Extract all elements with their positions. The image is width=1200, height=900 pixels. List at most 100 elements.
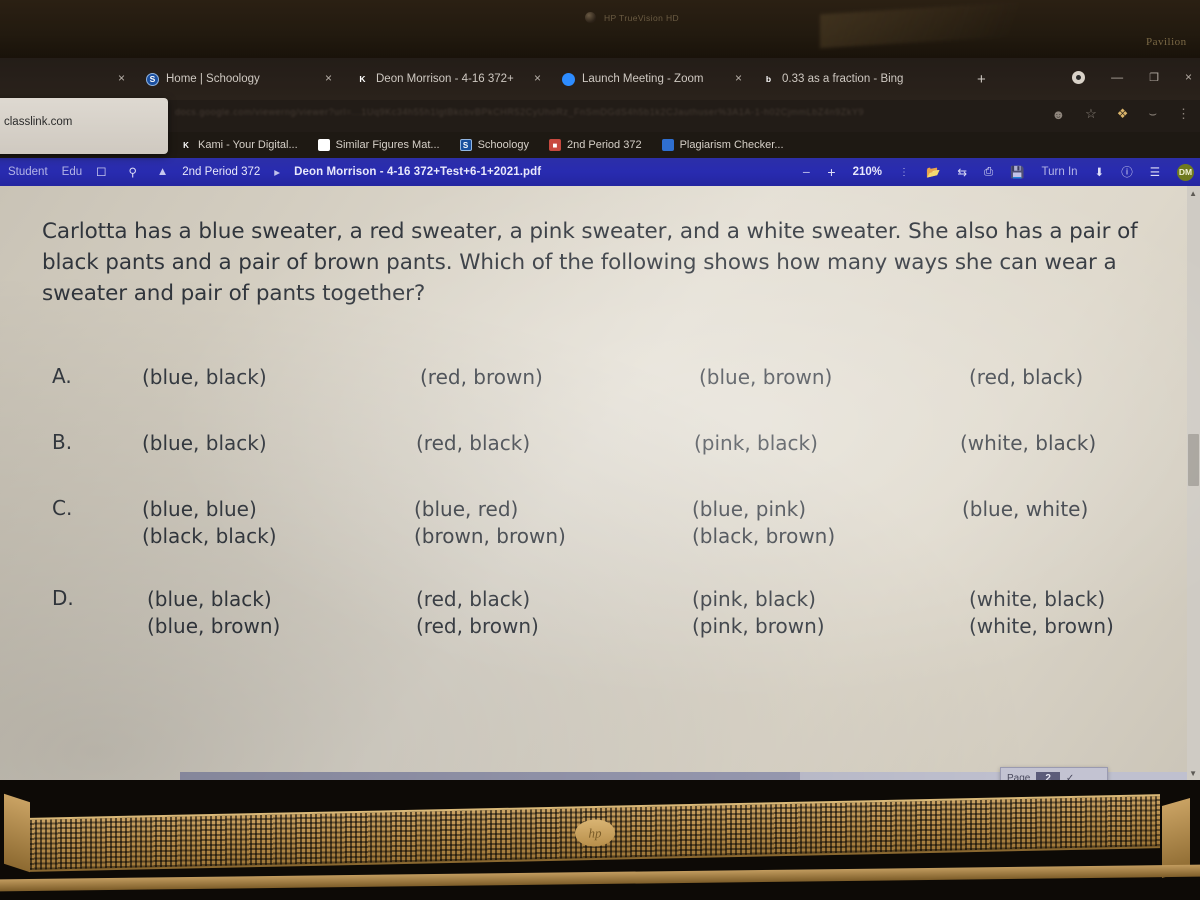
choice-line: (white, black)	[969, 587, 1106, 611]
choice-cell: (blue, black)	[142, 431, 267, 455]
choice-cell: (white, black)	[960, 431, 1097, 455]
address-bar-url[interactable]: docs.google.com/viewerng/viewer?url=...1…	[175, 107, 875, 121]
bookmark-label: Schoology	[477, 139, 529, 151]
maximize-button[interactable]: ❐	[1149, 71, 1159, 84]
choice-line: (red, black)	[416, 587, 531, 611]
choice-line: (blue, white)	[962, 497, 1089, 521]
close-window-button[interactable]: ×	[1185, 70, 1192, 84]
zoom-in-button[interactable]: +	[827, 164, 835, 180]
folder-icon[interactable]: 📂	[926, 165, 940, 179]
google-icon: G	[317, 139, 330, 151]
bookmark-schoology[interactable]: S Schoology	[459, 139, 529, 151]
bookmarks-bar: K Kami - Your Digital... G Similar Figur…	[0, 132, 1200, 158]
page-number-input[interactable]: 2	[1036, 771, 1060, 780]
choice-cell: (blue, black)	[142, 365, 267, 389]
blue-dot-icon	[661, 139, 674, 151]
hp-logo: hp	[575, 819, 615, 847]
answer-choice-c[interactable]: C. (blue, blue) (black, black) (blue, re…	[52, 496, 1182, 564]
choice-cell: (blue, brown)	[699, 365, 833, 389]
pavilion-brand-label: Pavilion	[1146, 36, 1187, 48]
new-tab-button[interactable]: +	[977, 67, 986, 91]
print-icon[interactable]: ⎙	[984, 166, 993, 179]
bookmark-label: Kami - Your Digital...	[198, 139, 298, 151]
laptop-screen: × S Home | Schoology × K Deon Morrison -…	[0, 58, 1200, 780]
user-avatar[interactable]: DM	[1177, 163, 1194, 181]
bookmark-2nd-period-372[interactable]: ■ 2nd Period 372	[548, 139, 642, 151]
scroll-down-arrow-icon[interactable]: ▼	[1189, 769, 1197, 778]
choice-cell: (red, black)	[969, 365, 1084, 389]
choice-cell: (blue, red) (brown, brown)	[414, 496, 566, 550]
bookmark-kami[interactable]: K Kami - Your Digital...	[180, 139, 298, 151]
browser-tab-zoom[interactable]: Launch Meeting - Zoom	[562, 67, 703, 91]
panel-icon[interactable]: ☐	[96, 165, 106, 179]
choice-line: (white, brown)	[969, 614, 1114, 638]
laptop-photo: HP TrueVision HD Pavilion × S Home | Sch…	[0, 0, 1200, 900]
choice-line: (blue, brown)	[147, 614, 281, 638]
laptop-deck: hp	[0, 780, 1200, 900]
browser-omnibox-row[interactable]: docs.google.com/viewerng/viewer?url=...1…	[0, 100, 1200, 132]
tab-title: Deon Morrison - 4-16 372+	[376, 73, 514, 85]
omnibox-suggestion-popup[interactable]: classlink.com	[0, 98, 168, 154]
bookmark-star-icon[interactable]: ☆	[1085, 106, 1097, 122]
save-icon[interactable]: 💾	[1010, 165, 1024, 179]
vertical-scrollbar[interactable]: ▲ ▼	[1187, 186, 1200, 780]
vertical-scroll-thumb[interactable]	[1188, 434, 1199, 486]
browser-tab-bing[interactable]: b 0.33 as a fraction - Bing	[762, 67, 904, 91]
laptop-top-bezel: HP TrueVision HD Pavilion	[0, 0, 1200, 62]
hamburger-menu-icon[interactable]: ☰	[1150, 165, 1160, 179]
webcam-label: HP TrueVision HD	[604, 13, 680, 23]
page-number-widget[interactable]: Page 2 ✓	[1000, 767, 1108, 780]
page-label: Page	[1007, 772, 1031, 781]
choice-line: (black, black)	[142, 524, 277, 548]
window-controls: — ❐ ×	[1072, 70, 1192, 84]
drive-icon: ▲	[156, 166, 169, 178]
search-icon[interactable]: ⚲	[128, 165, 136, 179]
bookmark-plagiarism-checker[interactable]: Plagiarism Checker...	[661, 139, 784, 151]
answer-choice-d[interactable]: D. (blue, black) (blue, brown) (red, bla…	[52, 586, 1182, 654]
answer-choices-list: A. (blue, black) (red, brown) (blue, bro…	[52, 364, 1182, 676]
scroll-up-arrow-icon[interactable]: ▲	[1189, 189, 1197, 198]
help-icon[interactable]: ⓘ	[1121, 164, 1133, 180]
choice-cell: (blue, blue) (black, black)	[142, 496, 277, 550]
tab-title: 0.33 as a fraction - Bing	[782, 73, 904, 85]
kami-icon: K	[183, 140, 189, 150]
profile-avatar-icon[interactable]	[1072, 70, 1086, 84]
chrome-menu-icon[interactable]: ⋮	[1177, 106, 1190, 122]
user-profile-icon[interactable]: ☻	[1051, 107, 1065, 122]
minimize-button[interactable]: —	[1111, 70, 1123, 84]
zoom-out-button[interactable]: −	[802, 164, 810, 180]
fit-page-icon[interactable]: ⋮	[899, 167, 909, 178]
bookmark-label: Plagiarism Checker...	[679, 139, 784, 151]
answer-choice-b[interactable]: B. (blue, black) (red, black) (pink, bla…	[52, 430, 1182, 474]
browser-tab-kami-doc[interactable]: K Deon Morrison - 4-16 372+	[356, 67, 514, 91]
tab-close-icon-2[interactable]: ×	[534, 72, 541, 84]
suggestion-text[interactable]: classlink.com	[4, 116, 72, 128]
tab-title: Home | Schoology	[166, 73, 260, 85]
choice-line: (pink, black)	[692, 587, 816, 611]
tab-title: Launch Meeting - Zoom	[582, 73, 704, 85]
answer-choice-a[interactable]: A. (blue, black) (red, brown) (blue, bro…	[52, 364, 1182, 408]
course-breadcrumb[interactable]: 2nd Period 372	[182, 166, 260, 178]
edu-label: Edu	[61, 166, 83, 178]
download-icon[interactable]: ⬇	[1095, 165, 1105, 179]
horizontal-scroll-thumb[interactable]	[180, 772, 800, 780]
webcam-lens-icon	[585, 12, 596, 23]
browser-tab-schoology[interactable]: S Home | Schoology	[146, 67, 260, 91]
share-icon[interactable]: ⇆	[957, 165, 967, 179]
page-confirm-icon[interactable]: ✓	[1066, 773, 1074, 781]
choice-cell: (red, brown)	[420, 365, 543, 389]
turn-in-button[interactable]: Turn In	[1042, 166, 1078, 178]
extensions-puzzle-icon[interactable]: ❖	[1117, 106, 1129, 122]
profile-arc-icon[interactable]: ⌣	[1148, 106, 1157, 122]
schoology-icon: S	[146, 72, 159, 86]
browser-tab-strip: × S Home | Schoology × K Deon Morrison -…	[0, 58, 1200, 100]
bookmark-label: 2nd Period 372	[566, 139, 642, 151]
choice-cell: (blue, pink) (black, brown)	[692, 496, 835, 550]
tab-close-icon-3[interactable]: ×	[735, 72, 742, 84]
choice-line: (red, brown)	[416, 614, 539, 638]
deck-left-rail	[4, 793, 30, 873]
choice-letter: D.	[52, 586, 74, 610]
bookmark-similar-figures[interactable]: G Similar Figures Mat...	[317, 139, 440, 151]
tab-close-icon-0[interactable]: ×	[118, 72, 125, 84]
tab-close-icon-1[interactable]: ×	[325, 72, 332, 84]
